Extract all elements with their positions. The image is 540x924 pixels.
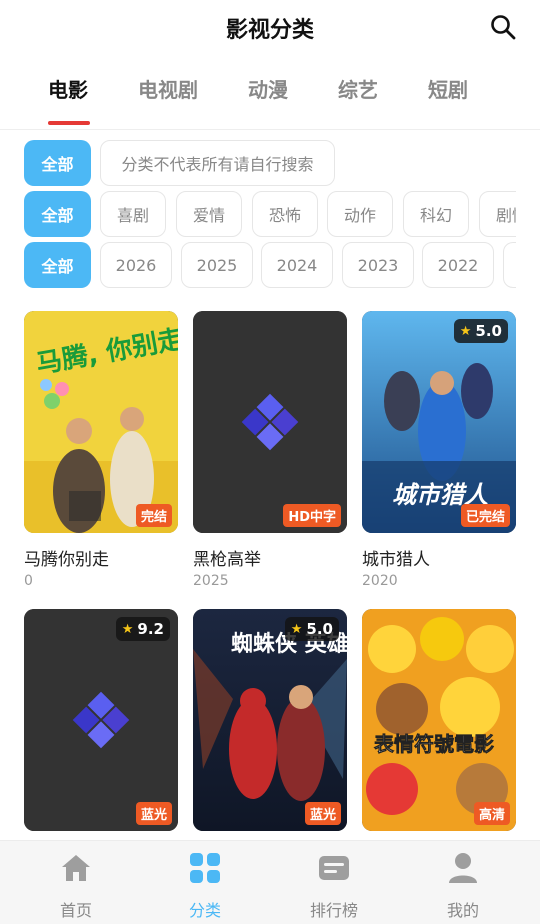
nav-item-ranking[interactable]: 排行榜 (294, 851, 374, 921)
placeholder-logo-icon (24, 609, 178, 831)
movie-poster[interactable]: HD中字 (193, 311, 347, 533)
movie-year: 2020 (362, 573, 398, 589)
filter-genre-chip[interactable]: 动作 (327, 191, 393, 237)
home-icon (62, 855, 90, 881)
filter-all-button[interactable]: 全部 (24, 242, 91, 288)
search-icon[interactable] (488, 12, 518, 42)
tab-short-drama[interactable]: 短剧 (428, 74, 468, 103)
nav-item-profile[interactable]: 我的 (423, 851, 503, 921)
placeholder-logo-icon (193, 311, 347, 533)
movie-year: 0 (24, 573, 33, 589)
star-icon: ★ (290, 621, 303, 637)
rating-badge: ★ 5.0 (453, 319, 508, 343)
filter-year-chip[interactable]: 2025 (181, 242, 253, 288)
status-badge: 蓝光 (135, 802, 172, 825)
poster-title-text: 表情符號電影 (374, 732, 494, 756)
rating-badge: ★ 5.0 (284, 617, 339, 641)
nav-item-category[interactable]: 分类 (165, 851, 245, 921)
nav-label: 排行榜 (309, 901, 358, 920)
rating-badge: ★ 9.2 (115, 617, 170, 641)
movie-poster[interactable]: 表情符號電影 高清 (362, 609, 516, 831)
nav-label: 分类 (188, 901, 221, 920)
star-icon: ★ (121, 621, 134, 637)
filter-notice-chip[interactable]: 分类不代表所有请自行搜索 (100, 140, 335, 186)
tab-indicator (48, 121, 90, 125)
filter-year-chip[interactable]: 2023 (342, 242, 414, 288)
poster-image: 表情符號電影 (362, 609, 516, 831)
filter-genre-chip[interactable]: 剧情 (479, 191, 516, 237)
filter-year-chip[interactable]: 2024 (261, 242, 333, 288)
filter-year-chip[interactable]: 2022 (422, 242, 494, 288)
tab-variety[interactable]: 综艺 (338, 74, 378, 103)
movie-title: 城市猎人 (362, 550, 430, 570)
ranking-icon (319, 856, 349, 880)
profile-icon (449, 853, 477, 883)
category-tabs: 电影 电视剧 动漫 综艺 短剧 (0, 64, 540, 130)
filter-genre-chip[interactable]: 科幻 (403, 191, 469, 237)
filter-genre-chip[interactable]: 恐怖 (252, 191, 318, 237)
movie-poster[interactable]: 城市猎人 ★ 5.0 已完结 (362, 311, 516, 533)
movie-poster[interactable]: 蜘蛛侠 英雄无归 ★5.0 蓝光 (193, 609, 347, 831)
nav-label: 我的 (446, 901, 479, 920)
filter-row-notice: 全部 分类不代表所有请自行搜索 (24, 140, 516, 186)
movie-poster[interactable]: 马腾, 你别走! 完结 (24, 311, 178, 533)
poster-image: 城市猎人 (362, 311, 516, 533)
filter-all-button[interactable]: 全部 (24, 140, 91, 186)
poster-image: 马腾, 你别走! (24, 311, 178, 533)
poster-image: 蜘蛛侠 英雄无归 (193, 609, 347, 831)
tab-movie[interactable]: 电影 (48, 74, 88, 103)
filter-genre-chip[interactable]: 喜剧 (100, 191, 166, 237)
status-badge: 高清 (473, 802, 510, 825)
tab-tv-series[interactable]: 电视剧 (138, 74, 198, 103)
status-badge: 蓝光 (304, 802, 341, 825)
nav-label: 首页 (59, 901, 92, 920)
rating-value: 5.0 (306, 620, 333, 638)
page-title: 影视分类 (225, 18, 314, 43)
filter-year-chip[interactable]: 2021 (503, 242, 516, 288)
category-icon (190, 853, 220, 883)
rating-value: 9.2 (137, 620, 164, 638)
status-badge: HD中字 (283, 504, 341, 527)
filter-row-genre: 全部 喜剧 爱情 恐怖 动作 科幻 剧情 (24, 191, 516, 237)
movie-title: 马腾你别走 (24, 550, 109, 570)
tab-anime[interactable]: 动漫 (248, 74, 288, 103)
star-icon: ★ (459, 323, 472, 339)
bottom-navigation: 首页 分类 排行榜 我的 (0, 840, 540, 924)
status-badge: 已完结 (460, 504, 510, 527)
filter-genre-chip[interactable]: 爱情 (176, 191, 242, 237)
filter-year-chip[interactable]: 2026 (100, 242, 172, 288)
filter-all-button[interactable]: 全部 (24, 191, 91, 237)
filter-row-year: 全部 2026 2025 2024 2023 2022 2021 (24, 242, 516, 288)
movie-title: 黑枪高举 (193, 550, 261, 570)
nav-item-home[interactable]: 首页 (36, 851, 116, 921)
movie-poster[interactable]: ★ 9.2 蓝光 (24, 609, 178, 831)
header: 影视分类 (0, 0, 540, 56)
rating-value: 5.0 (475, 322, 502, 340)
movie-year: 2025 (193, 573, 229, 589)
status-badge: 完结 (135, 504, 172, 527)
